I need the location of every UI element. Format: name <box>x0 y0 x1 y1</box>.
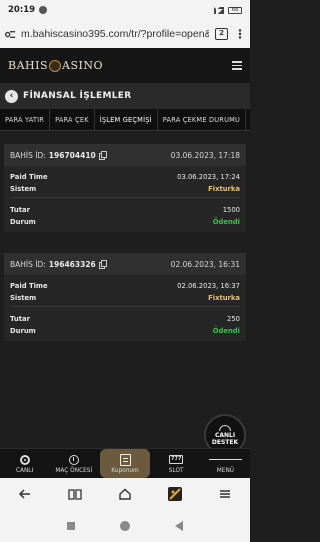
transaction-header: BAHİS İD: 196463326 02.06.2023, 16:31 <box>4 253 246 275</box>
system-row: Sistem Fixturka <box>4 183 246 195</box>
tab-para-cek[interactable]: PARA ÇEK <box>50 109 95 130</box>
url-text[interactable]: m.bahiscasino395.com/tr/?profile=open&ac <box>21 28 209 40</box>
copy-icon[interactable] <box>98 260 107 269</box>
nav-label: MAÇ ÖNCESİ <box>55 468 93 474</box>
amount-value: 250 <box>227 315 240 323</box>
android-nav-bar <box>0 510 250 542</box>
amount-value: 1500 <box>222 206 240 214</box>
page-title: FİNANSAL İŞLEMLER <box>23 91 132 101</box>
system-value: Fixturka <box>208 294 240 302</box>
status-bar: 20:19 68 <box>0 0 250 20</box>
system-label: Sistem <box>10 185 37 193</box>
status-row: Durum Ödendi <box>4 325 246 337</box>
logo-text-right: ASINO <box>62 59 103 72</box>
slot-icon: 777 <box>169 455 184 464</box>
system-value: Fixturka <box>208 185 240 193</box>
paid-time-label: Paid Time <box>10 282 48 290</box>
live-support-line1: CANLI <box>214 431 236 439</box>
home-button-icon[interactable] <box>119 521 130 531</box>
status-label: Durum <box>10 218 36 226</box>
site-logo[interactable]: BAHIS ASINO <box>8 59 103 72</box>
divider <box>10 197 240 198</box>
status-row: Durum Ödendi <box>4 216 246 228</box>
timer-icon <box>68 454 79 465</box>
site-header: BAHIS ASINO <box>0 48 250 83</box>
paid-time-row: Paid Time 03.06.2023, 17:24 <box>4 171 246 183</box>
nav-label: MENÜ <box>216 468 235 474</box>
bet-id-label: BAHİS İD: <box>10 150 46 160</box>
tab-para-yatir[interactable]: PARA YATIR <box>0 109 51 130</box>
nav-label: SLOT <box>168 468 184 474</box>
divider <box>10 306 240 307</box>
bet-id-value: 196704410 <box>48 150 96 160</box>
tab-para-cekme-durumu[interactable]: PARA ÇEKME DURUMU <box>158 109 247 130</box>
bookmarks-icon[interactable] <box>64 483 86 505</box>
amount-label: Tutar <box>10 315 30 323</box>
status-value: Ödendi <box>212 218 240 226</box>
extension-icon[interactable] <box>164 483 186 505</box>
paid-time-value: 03.06.2023, 17:24 <box>177 173 240 181</box>
amount-row: Tutar 250 <box>4 313 246 325</box>
nav-label: CANLI <box>15 468 34 474</box>
menu-icon <box>208 453 242 466</box>
header-menu-icon[interactable] <box>232 59 242 72</box>
transaction-date: 02.06.2023, 16:31 <box>170 259 240 269</box>
tab-switcher-icon[interactable]: 2 <box>215 28 228 40</box>
browser-menu-icon[interactable]: ⋮ <box>234 27 246 41</box>
transaction-header: BAHİS İD: 196704410 03.06.2023, 17:18 <box>4 144 246 166</box>
paid-time-row: Paid Time 02.06.2023, 16:37 <box>4 280 246 292</box>
headset-icon <box>219 424 231 431</box>
nav-mac-oncesi[interactable]: MAÇ ÖNCESİ <box>49 449 98 478</box>
status-label: Durum <box>10 327 36 335</box>
bottom-nav: CANLI MAÇ ÖNCESİ Kuponum 777 SLOT MENÜ <box>0 448 250 478</box>
home-icon[interactable] <box>114 483 136 505</box>
transaction-card: BAHİS İD: 196704410 03.06.2023, 17:18 Pa… <box>4 144 246 232</box>
nav-menu[interactable]: MENÜ <box>201 449 250 478</box>
status-value: Ödendi <box>212 327 240 335</box>
system-row: Sistem Fixturka <box>4 292 246 304</box>
back-triangle-icon[interactable] <box>174 521 183 531</box>
paid-time-value: 02.06.2023, 16:37 <box>177 282 240 290</box>
bet-id-value: 196463326 <box>48 259 96 269</box>
transaction-card: BAHİS İD: 196463326 02.06.2023, 16:31 Pa… <box>4 253 246 341</box>
bet-id-label: BAHİS İD: <box>10 259 46 269</box>
copy-icon[interactable] <box>98 151 107 160</box>
status-time: 20:19 <box>8 5 36 15</box>
nav-kuponum[interactable]: Kuponum <box>100 449 150 478</box>
amount-label: Tutar <box>10 206 30 214</box>
nav-label: Kuponum <box>111 468 139 474</box>
paid-time-label: Paid Time <box>10 173 48 181</box>
live-support-line2: DESTEK <box>211 438 239 446</box>
site-settings-icon[interactable] <box>4 28 17 41</box>
notification-icon <box>39 6 48 14</box>
browser-url-bar[interactable]: m.bahiscasino395.com/tr/?profile=open&ac… <box>0 20 250 48</box>
coupon-icon <box>119 453 131 466</box>
page-title-bar: ‹ FİNANSAL İŞLEMLER <box>0 83 250 109</box>
finance-tabs: PARA YATIR PARA ÇEK İŞLEM GEÇMİŞİ PARA Ç… <box>0 109 250 131</box>
signal-icon <box>214 6 224 14</box>
amount-row: Tutar 1500 <box>4 204 246 216</box>
browser-toolbar <box>0 478 250 510</box>
recents-icon[interactable] <box>67 522 76 530</box>
back-icon[interactable]: ‹ <box>5 89 18 103</box>
status-icons: 68 <box>214 6 242 14</box>
nav-slot[interactable]: 777 SLOT <box>152 449 201 478</box>
live-icon <box>19 454 30 465</box>
transaction-date: 03.06.2023, 17:18 <box>170 150 240 160</box>
back-arrow-icon[interactable] <box>14 483 36 505</box>
tab-islem-gecmisi[interactable]: İŞLEM GEÇMİŞİ <box>95 109 158 130</box>
logo-coin-icon <box>49 59 62 72</box>
system-label: Sistem <box>10 294 37 302</box>
browser-hamburger-icon[interactable] <box>214 483 236 505</box>
logo-text-left: BAHIS <box>8 59 49 72</box>
nav-canli[interactable]: CANLI <box>0 449 49 478</box>
battery-icon: 68 <box>228 6 242 14</box>
